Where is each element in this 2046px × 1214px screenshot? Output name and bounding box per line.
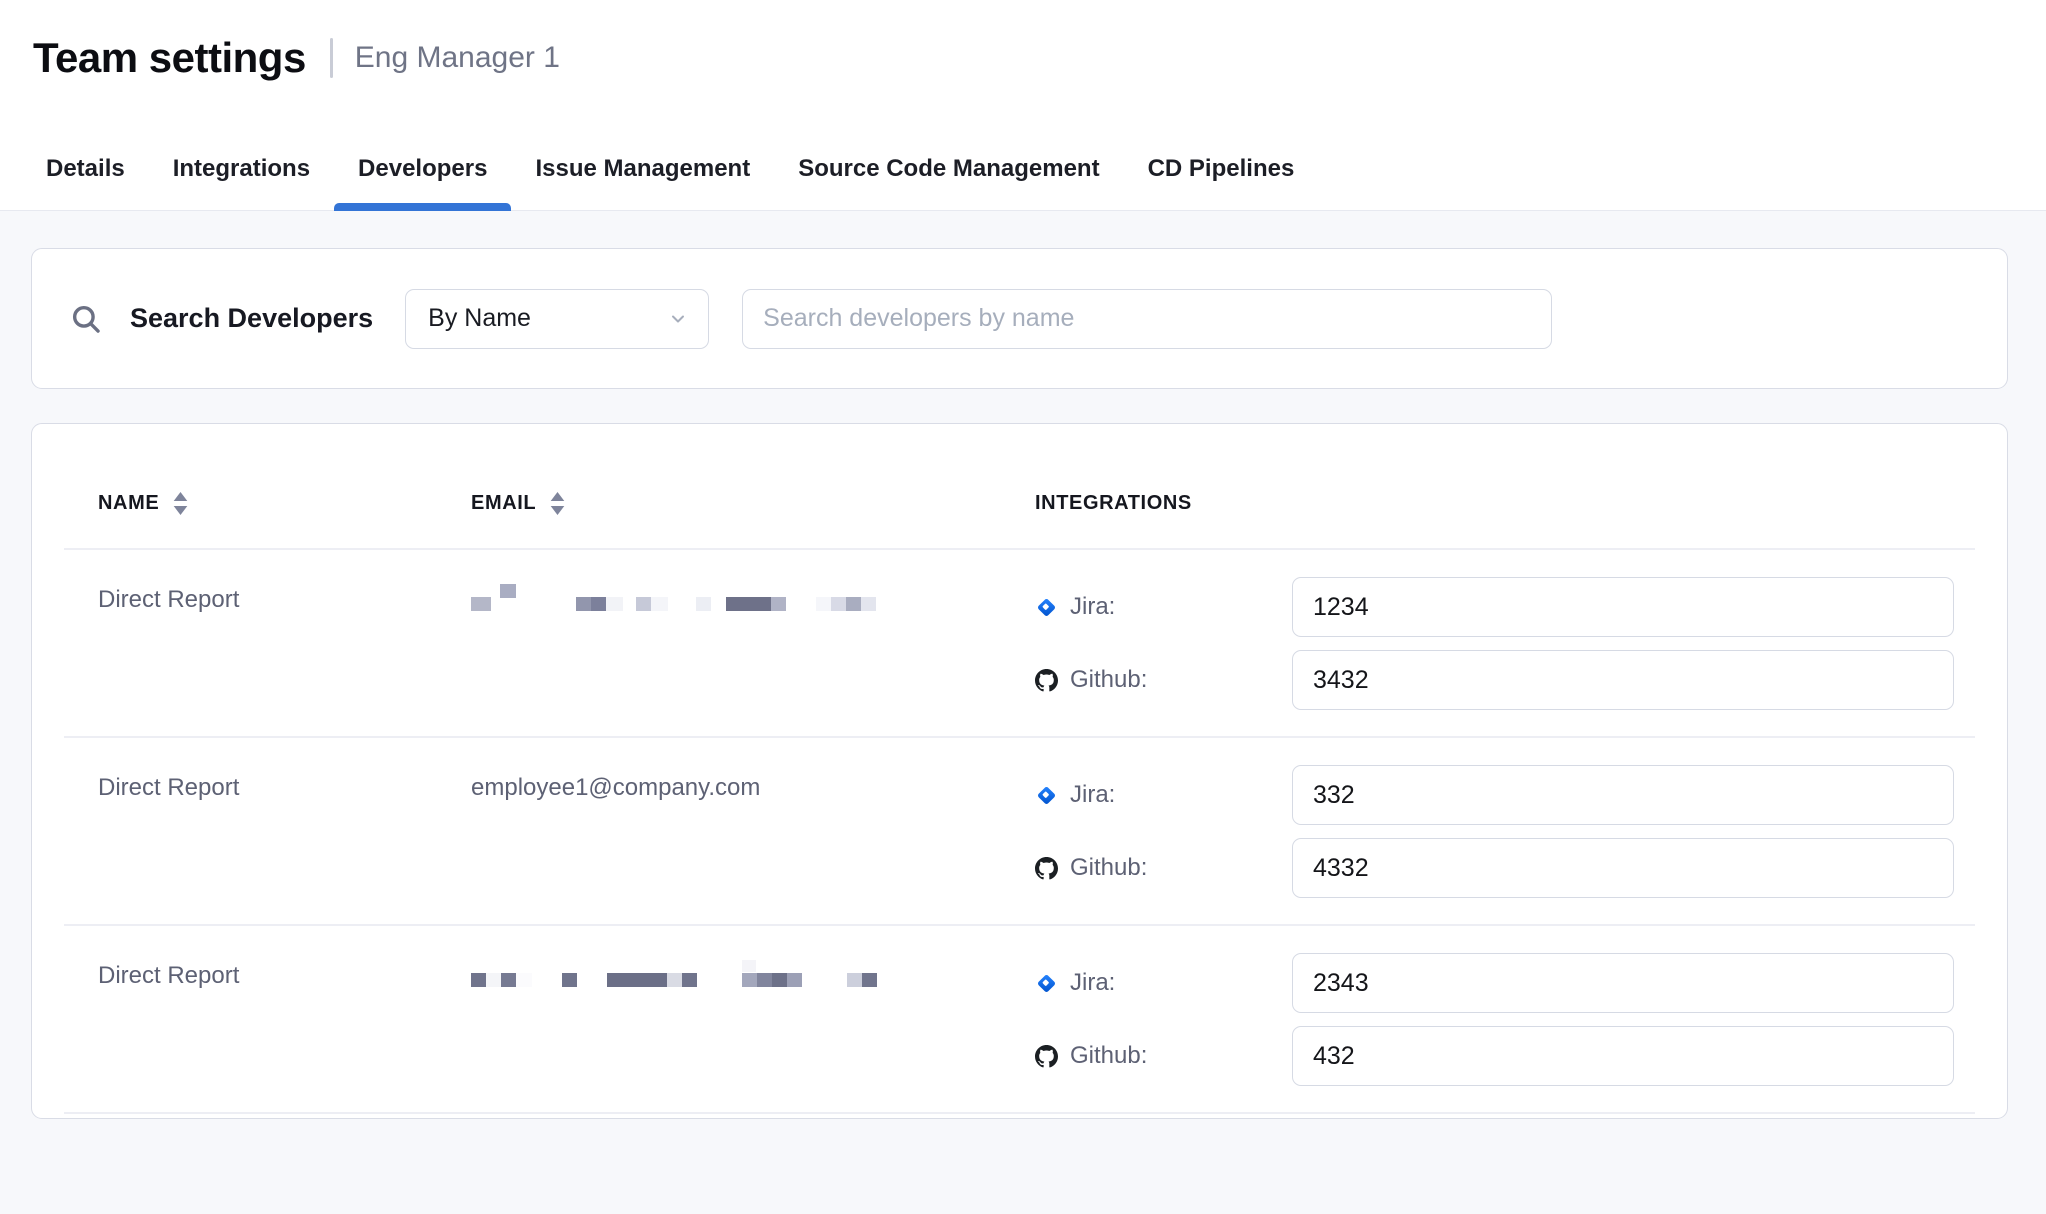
github-label-group: Github: (1035, 854, 1292, 882)
github-label: Github: (1070, 666, 1147, 694)
search-filter-select[interactable]: By Name (405, 289, 709, 349)
table-body: Direct Report (64, 550, 1975, 1114)
search-filter-value: By Name (428, 304, 531, 333)
redacted-email (471, 585, 901, 617)
github-label: Github: (1070, 1042, 1147, 1070)
github-label-group: Github: (1035, 666, 1292, 694)
search-card: Search Developers By Name (31, 248, 2008, 389)
jira-integration-line: Jira: (1035, 953, 1954, 1013)
column-header-email: EMAIL (471, 490, 1035, 516)
jira-id-input[interactable] (1292, 953, 1954, 1013)
jira-label-group: Jira: (1035, 969, 1292, 997)
github-id-input[interactable] (1292, 650, 1954, 710)
integrations-column-label: INTEGRATIONS (1035, 490, 1192, 516)
name-column-label: NAME (98, 490, 159, 516)
title-row: Team settings Eng Manager 1 (0, 0, 2046, 82)
tab-details[interactable]: Details (22, 154, 149, 210)
search-developers-label: Search Developers (130, 303, 373, 334)
github-id-input[interactable] (1292, 1026, 1954, 1086)
jira-label-group: Jira: (1035, 781, 1292, 809)
sort-icon[interactable] (173, 492, 188, 515)
tab-label: Developers (358, 155, 487, 182)
github-integration-line: Github: (1035, 1026, 1954, 1086)
developer-integrations-cell: Jira: Github: (1035, 577, 1975, 710)
developer-email-cell (471, 953, 1035, 1086)
github-integration-line: Github: (1035, 838, 1954, 898)
github-integration-line: Github: (1035, 650, 1954, 710)
tab-label: Issue Management (535, 155, 750, 182)
tab-label: Source Code Management (798, 155, 1099, 182)
github-icon (1035, 669, 1058, 692)
jira-label: Jira: (1070, 781, 1115, 809)
github-icon (1035, 857, 1058, 880)
main-content: Search Developers By Name NAME (0, 211, 2046, 1119)
table-row: Direct Report (64, 550, 1975, 738)
developer-name-cell: Direct Report (98, 577, 471, 710)
developer-name-cell: Direct Report (98, 765, 471, 898)
chevron-down-icon (668, 309, 688, 329)
tab-integrations[interactable]: Integrations (149, 154, 334, 210)
jira-icon (1035, 972, 1058, 995)
developer-name: Direct Report (98, 774, 239, 801)
email-column-label: EMAIL (471, 490, 536, 516)
page-header: Team settings Eng Manager 1 Details Inte… (0, 0, 2046, 211)
github-label-group: Github: (1035, 1042, 1292, 1070)
tab-label: CD Pipelines (1148, 155, 1295, 182)
jira-integration-line: Jira: (1035, 765, 1954, 825)
title-divider (330, 38, 333, 78)
page-title: Team settings (33, 34, 306, 82)
tab-developers[interactable]: Developers (334, 154, 511, 210)
jira-label: Jira: (1070, 969, 1115, 997)
developer-email-cell: employee1@company.com (471, 765, 1035, 898)
team-name: Eng Manager 1 (355, 41, 560, 75)
column-header-name: NAME (98, 490, 471, 516)
developers-table-card: NAME EMAIL INTEGRATIONS (31, 423, 2008, 1119)
tab-cd-pipelines[interactable]: CD Pipelines (1124, 154, 1319, 210)
tab-bar: Details Integrations Developers Issue Ma… (0, 154, 2046, 210)
github-icon (1035, 1045, 1058, 1068)
developer-email-cell (471, 577, 1035, 710)
jira-icon (1035, 784, 1058, 807)
github-id-input[interactable] (1292, 838, 1954, 898)
jira-id-input[interactable] (1292, 577, 1954, 637)
sort-icon[interactable] (550, 492, 565, 515)
developer-email: employee1@company.com (471, 774, 760, 801)
github-label: Github: (1070, 854, 1147, 882)
developer-name: Direct Report (98, 962, 239, 989)
jira-icon (1035, 596, 1058, 619)
developer-integrations-cell: Jira: Github: (1035, 765, 1975, 898)
jira-id-input[interactable] (1292, 765, 1954, 825)
jira-label: Jira: (1070, 593, 1115, 621)
tab-source-code-management[interactable]: Source Code Management (774, 154, 1123, 210)
column-header-integrations: INTEGRATIONS (1035, 490, 1975, 516)
redacted-email (471, 961, 901, 993)
jira-integration-line: Jira: (1035, 577, 1954, 637)
developer-integrations-cell: Jira: Github: (1035, 953, 1975, 1086)
tab-label: Integrations (173, 155, 310, 182)
tab-issue-management[interactable]: Issue Management (511, 154, 774, 210)
jira-label-group: Jira: (1035, 593, 1292, 621)
developer-name-cell: Direct Report (98, 953, 471, 1086)
search-icon (69, 302, 103, 336)
search-input[interactable] (742, 289, 1552, 349)
table-header-row: NAME EMAIL INTEGRATIONS (64, 424, 1975, 550)
table-row: Direct Report employee1@company.com (64, 738, 1975, 926)
table-row: Direct Report (64, 926, 1975, 1114)
tab-label: Details (46, 155, 125, 182)
developer-name: Direct Report (98, 586, 239, 613)
